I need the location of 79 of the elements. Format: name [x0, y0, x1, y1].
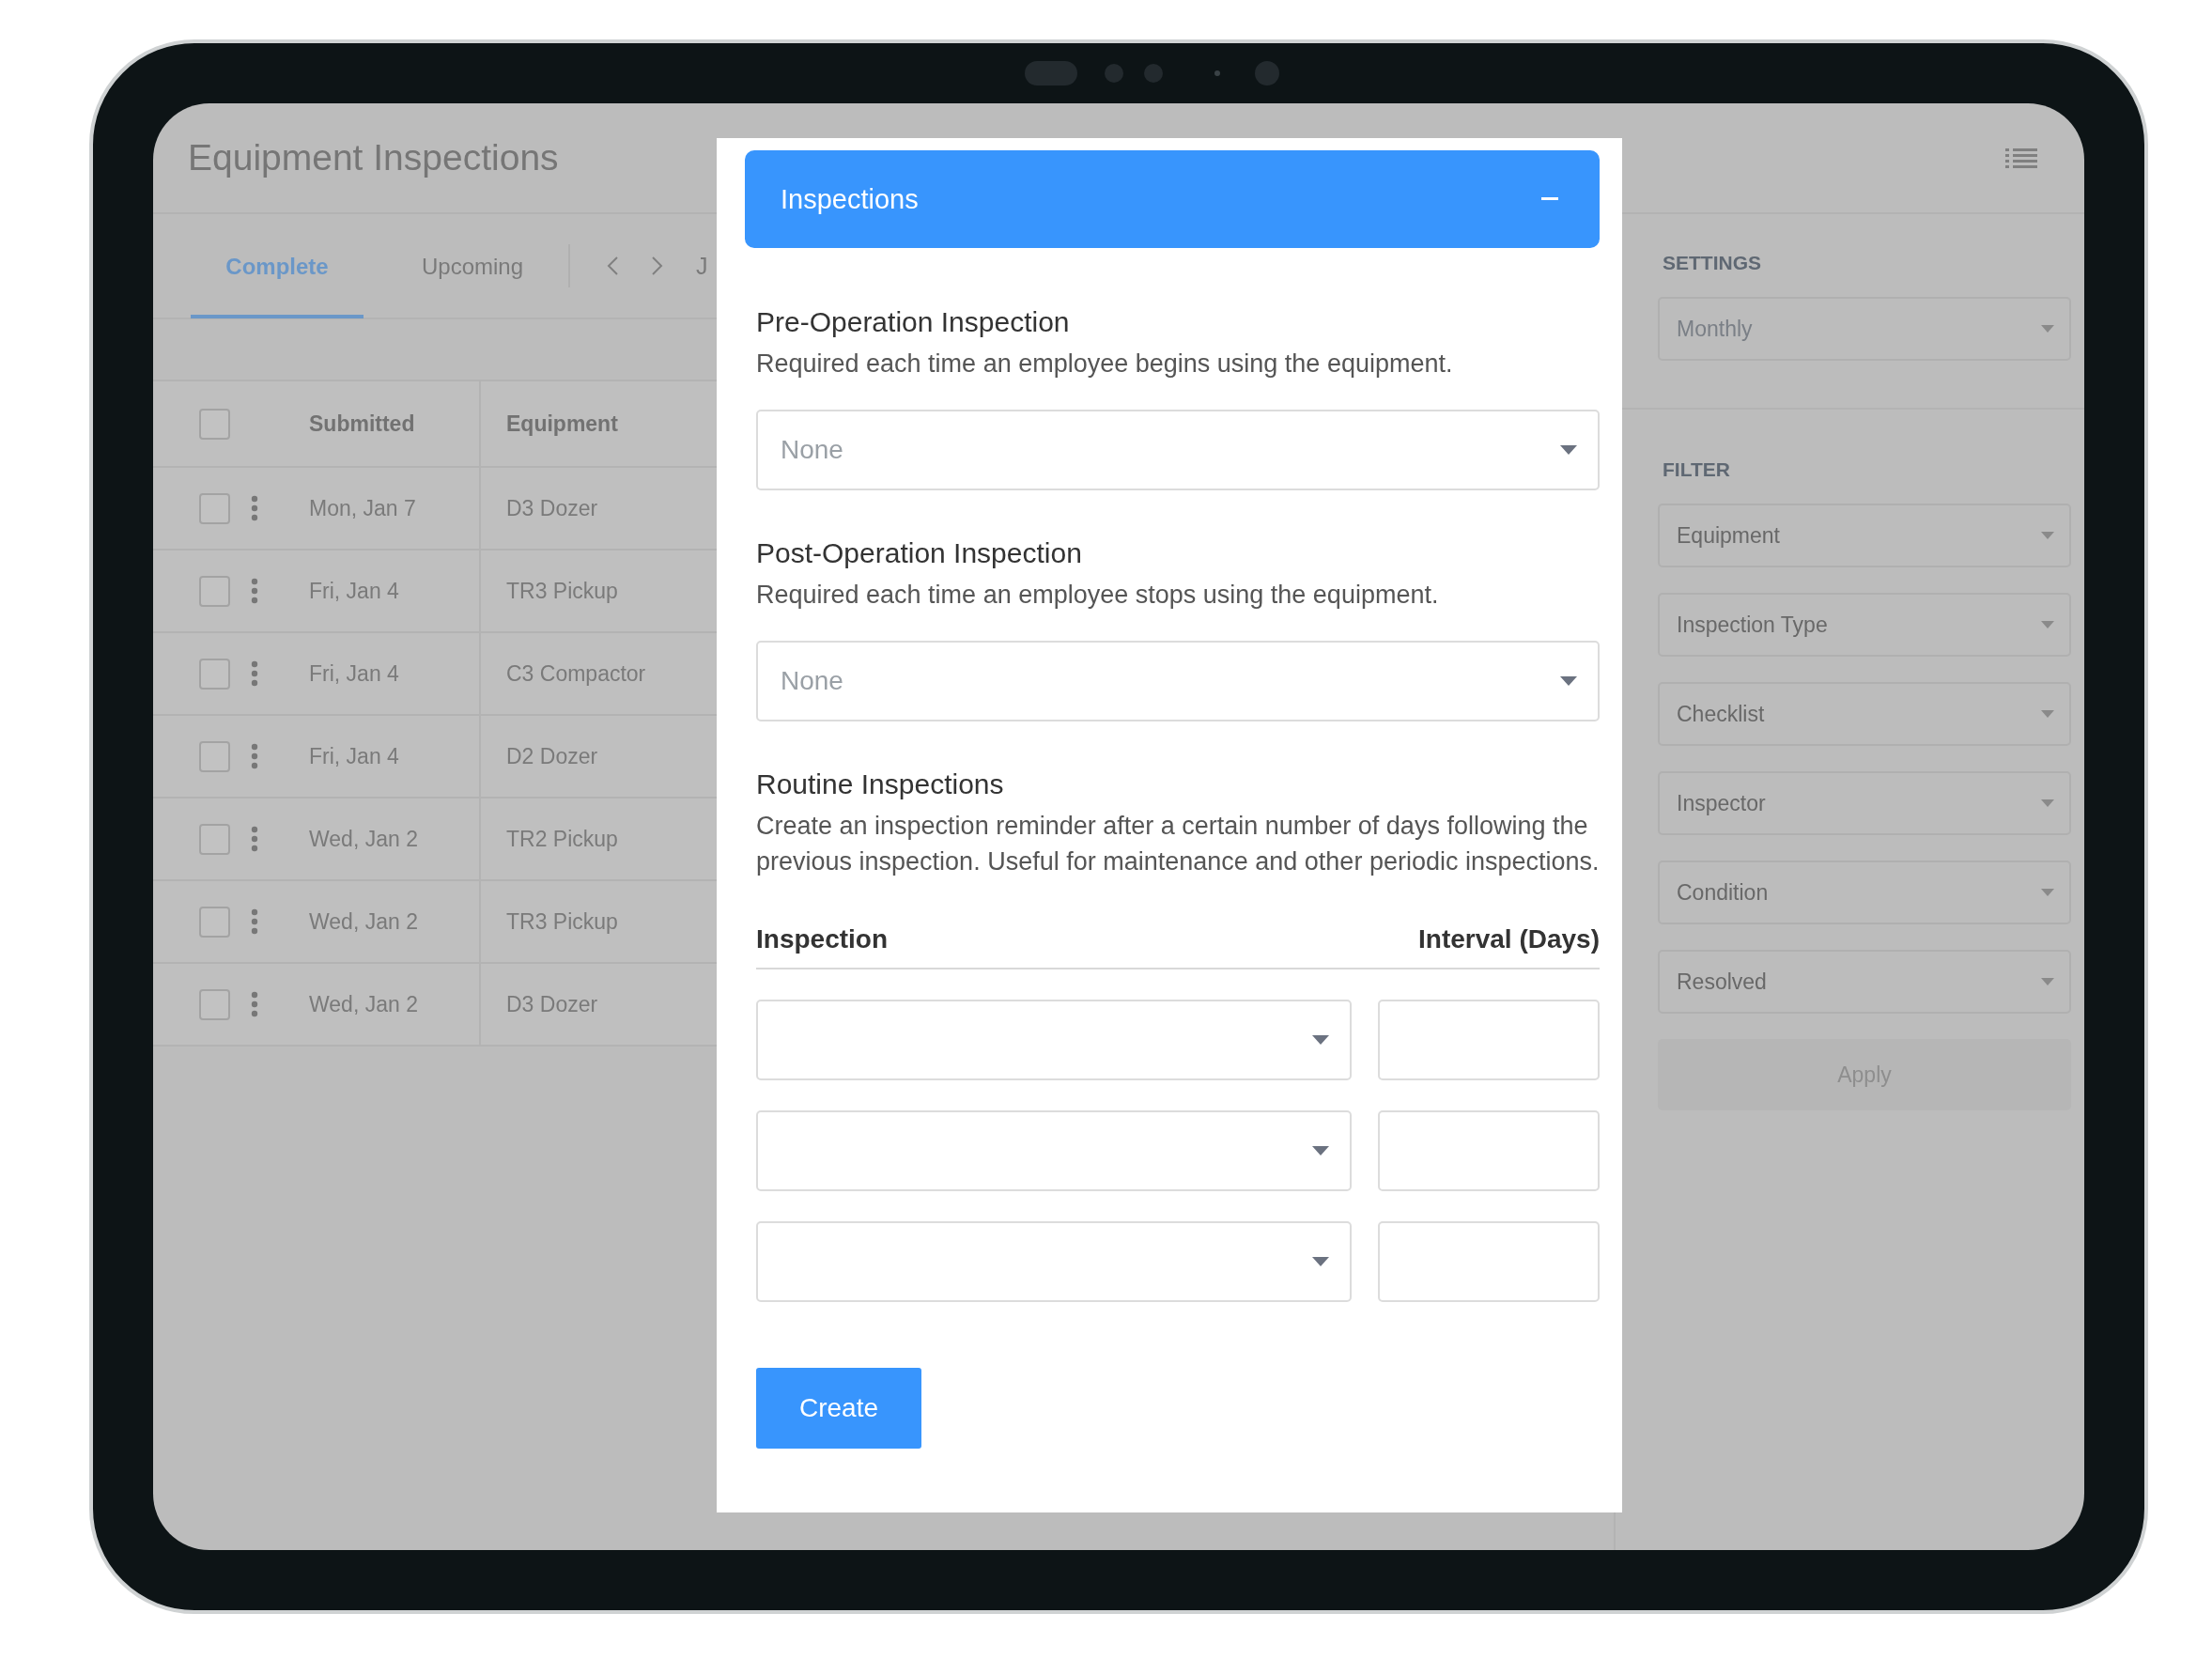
kebab-menu-icon[interactable]	[251, 908, 258, 935]
table-cell: D2 Dozer	[506, 743, 598, 769]
chevron-left-icon[interactable]	[606, 256, 619, 276]
column-header: Interval (Days)	[1418, 924, 1600, 954]
row-checkbox[interactable]	[199, 906, 230, 938]
table-cell: Wed, Jan 2	[309, 908, 418, 935]
section-title: Pre-Operation Inspection	[756, 306, 1071, 338]
kebab-menu-icon[interactable]	[251, 578, 258, 604]
section-description: Required each time an employee begins using the equipment.	[756, 349, 1454, 380]
section-heading: FILTER	[1663, 458, 1731, 481]
section-title: Routine Inspections	[756, 768, 1005, 800]
filter-select[interactable]: Checklist	[1658, 682, 2071, 746]
tab[interactable]: Upcoming	[386, 213, 559, 318]
table-cell: TR3 Pickup	[506, 908, 618, 935]
inspection-select[interactable]: None	[756, 641, 1600, 721]
table-cell: Fri, Jan 4	[309, 660, 399, 687]
kebab-menu-icon[interactable]	[251, 826, 258, 852]
column-header: Equipment	[506, 411, 618, 437]
column-header: Submitted	[309, 411, 415, 437]
interval-input[interactable]	[1378, 1000, 1600, 1080]
page-title: Equipment Inspections	[188, 137, 559, 178]
inspection-select[interactable]	[756, 1110, 1352, 1191]
table-cell: Wed, Jan 2	[309, 991, 418, 1017]
row-checkbox[interactable]	[199, 823, 230, 855]
chevron-right-icon[interactable]	[651, 256, 664, 276]
kebab-menu-icon[interactable]	[251, 743, 258, 769]
inspection-select[interactable]	[756, 1000, 1352, 1080]
caret-icon	[2041, 710, 2054, 718]
table-cell: D3 Dozer	[506, 991, 598, 1017]
row-checkbox[interactable]	[199, 740, 230, 772]
inspection-select[interactable]	[756, 1221, 1352, 1302]
filter-select[interactable]: Inspector	[1658, 771, 2071, 835]
filter-select[interactable]: Inspection Type	[1658, 593, 2071, 657]
table-cell: Mon, Jan 7	[309, 495, 416, 521]
panel-title: Inspections	[781, 183, 919, 215]
caret-icon	[1560, 676, 1577, 686]
section-heading: SETTINGS	[1663, 252, 1762, 274]
caret-icon	[2041, 978, 2054, 985]
create-button[interactable]: Create	[756, 1368, 921, 1449]
table-cell: TR2 Pickup	[506, 826, 618, 852]
caret-icon	[1312, 1035, 1329, 1045]
table-cell: Fri, Jan 4	[309, 578, 399, 604]
table-cell: D3 Dozer	[506, 495, 598, 521]
kebab-menu-icon[interactable]	[251, 495, 258, 521]
section-title: Post-Operation Inspection	[756, 537, 1083, 569]
caret-icon	[2041, 799, 2054, 807]
row-checkbox[interactable]	[199, 988, 230, 1020]
kebab-menu-icon[interactable]	[251, 991, 258, 1017]
table-cell: Wed, Jan 2	[309, 826, 418, 852]
interval-input[interactable]	[1378, 1110, 1600, 1191]
caret-icon	[2041, 889, 2054, 896]
select-all-checkbox[interactable]	[199, 408, 230, 440]
caret-icon	[2041, 325, 2054, 333]
table-cell: Fri, Jan 4	[309, 743, 399, 769]
tab[interactable]: Complete	[191, 213, 364, 318]
inspection-select[interactable]: None	[756, 410, 1600, 490]
table-cell: TR3 Pickup	[506, 578, 618, 604]
kebab-menu-icon[interactable]	[251, 660, 258, 687]
settings-select[interactable]: Monthly	[1658, 297, 2071, 361]
filter-select[interactable]: Equipment	[1658, 504, 2071, 567]
row-checkbox[interactable]	[199, 492, 230, 524]
interval-input[interactable]	[1378, 1221, 1600, 1302]
date-label: J	[696, 252, 708, 280]
row-checkbox[interactable]	[199, 575, 230, 607]
collapse-icon[interactable]	[1541, 197, 1558, 201]
caret-icon	[1560, 445, 1577, 455]
panel-header[interactable]: Inspections	[745, 150, 1600, 248]
caret-icon	[2041, 532, 2054, 539]
column-header: Inspection	[756, 924, 888, 954]
filter-select[interactable]: Resolved	[1658, 950, 2071, 1014]
menu-icon[interactable]	[2005, 147, 2037, 168]
caret-icon	[1312, 1146, 1329, 1155]
section-description: Create an inspection reminder after a certain number of days following the previous inspection. Useful for maintenance and other periodic inspections.	[756, 811, 1600, 877]
table-cell: C3 Compactor	[506, 660, 646, 687]
filter-select[interactable]: Condition	[1658, 861, 2071, 924]
caret-icon	[1312, 1257, 1329, 1266]
section-description: Required each time an employee stops using the equipment.	[756, 580, 1440, 611]
row-checkbox[interactable]	[199, 658, 230, 690]
caret-icon	[2041, 621, 2054, 628]
